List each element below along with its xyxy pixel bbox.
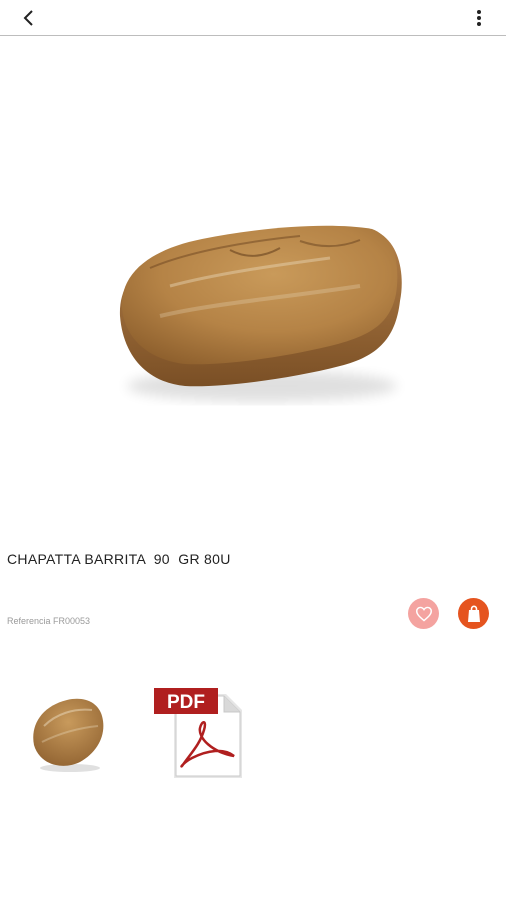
shopping-bag-icon bbox=[467, 604, 480, 622]
product-image bbox=[0, 36, 506, 536]
more-options-button[interactable] bbox=[464, 4, 494, 32]
pdf-document-link[interactable]: PDF bbox=[152, 686, 248, 782]
top-app-bar bbox=[0, 0, 506, 36]
product-thumbnail[interactable] bbox=[22, 690, 114, 780]
product-reference: Referencia FR00053 bbox=[7, 616, 91, 626]
favorite-button[interactable] bbox=[408, 598, 439, 629]
heart-icon bbox=[415, 606, 432, 622]
product-title: CHAPATTA BARRITA 90 GR 80U bbox=[7, 551, 231, 567]
add-to-cart-button[interactable] bbox=[458, 598, 489, 629]
chevron-left-icon bbox=[23, 10, 33, 26]
more-vert-icon bbox=[477, 10, 481, 26]
pdf-label: PDF bbox=[167, 692, 205, 713]
back-button[interactable] bbox=[14, 4, 44, 32]
